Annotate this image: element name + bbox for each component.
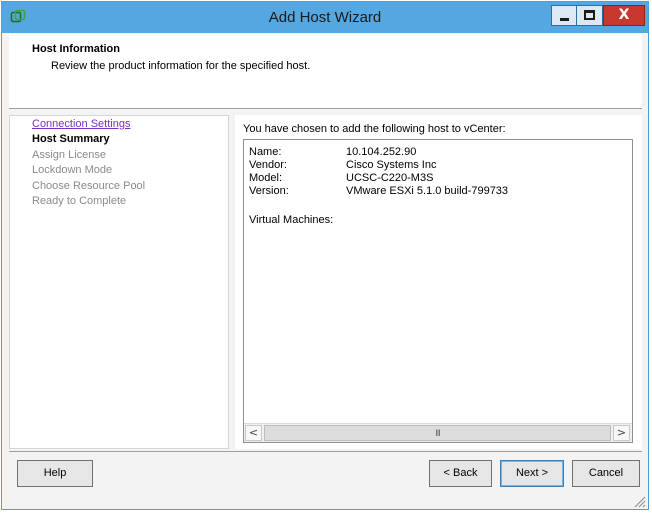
name-label: Name: <box>249 146 282 158</box>
close-icon: X <box>618 7 630 23</box>
step-choose-resource-pool: Choose Resource Pool <box>32 180 146 192</box>
step-ready-to-complete: Ready to Complete <box>32 195 127 207</box>
step-connection-settings[interactable]: Connection Settings <box>32 118 130 130</box>
version-value: VMware ESXi 5.1.0 build-799733 <box>346 185 509 197</box>
resize-grip-icon[interactable] <box>632 494 646 508</box>
host-summary-panel: You have chosen to add the following hos… <box>235 115 642 449</box>
vendor-label: Vendor: <box>249 159 287 171</box>
horizontal-scrollbar[interactable]: < III > <box>244 423 632 442</box>
cancel-button[interactable]: Cancel <box>572 460 640 487</box>
back-button[interactable]: < Back <box>429 460 492 487</box>
name-value: 10.104.252.90 <box>346 146 417 158</box>
next-button[interactable]: Next > <box>500 460 564 487</box>
minimize-button[interactable] <box>551 5 577 26</box>
title-bar[interactable]: Add Host Wizard X <box>2 2 648 33</box>
maximize-button[interactable] <box>577 5 603 26</box>
step-assign-license: Assign License <box>32 149 106 161</box>
add-host-wizard-window: Add Host Wizard X Host Information Revie… <box>1 1 649 510</box>
host-info-box[interactable]: Name: 10.104.252.90 Vendor: Cisco System… <box>243 139 633 443</box>
help-button[interactable]: Help <box>17 460 93 487</box>
header-divider <box>9 108 642 109</box>
page-subtitle: Review the product information for the s… <box>51 60 311 72</box>
scrollbar-thumb[interactable]: III <box>264 425 611 441</box>
maximize-icon <box>584 10 595 20</box>
virtual-machines-label: Virtual Machines: <box>249 214 334 226</box>
model-value: UCSC-C220-M3S <box>346 172 434 184</box>
close-button[interactable]: X <box>603 5 645 26</box>
scroll-left-arrow-icon[interactable]: < <box>245 425 262 441</box>
footer-divider <box>9 451 642 452</box>
scrollbar-grip-icon: III <box>435 428 441 438</box>
vendor-value: Cisco Systems Inc <box>346 159 437 171</box>
step-lockdown-mode: Lockdown Mode <box>32 164 113 176</box>
step-host-summary: Host Summary <box>32 133 110 145</box>
scroll-right-arrow-icon[interactable]: > <box>613 425 630 441</box>
minimize-icon <box>560 18 569 21</box>
page-title: Host Information <box>32 43 120 55</box>
summary-intro: You have chosen to add the following hos… <box>243 123 506 135</box>
version-label: Version: <box>249 185 289 197</box>
wizard-steps-panel: Connection Settings Host Summary Assign … <box>9 115 229 449</box>
model-label: Model: <box>249 172 283 184</box>
wizard-header: Host Information Review the product info… <box>9 34 642 108</box>
